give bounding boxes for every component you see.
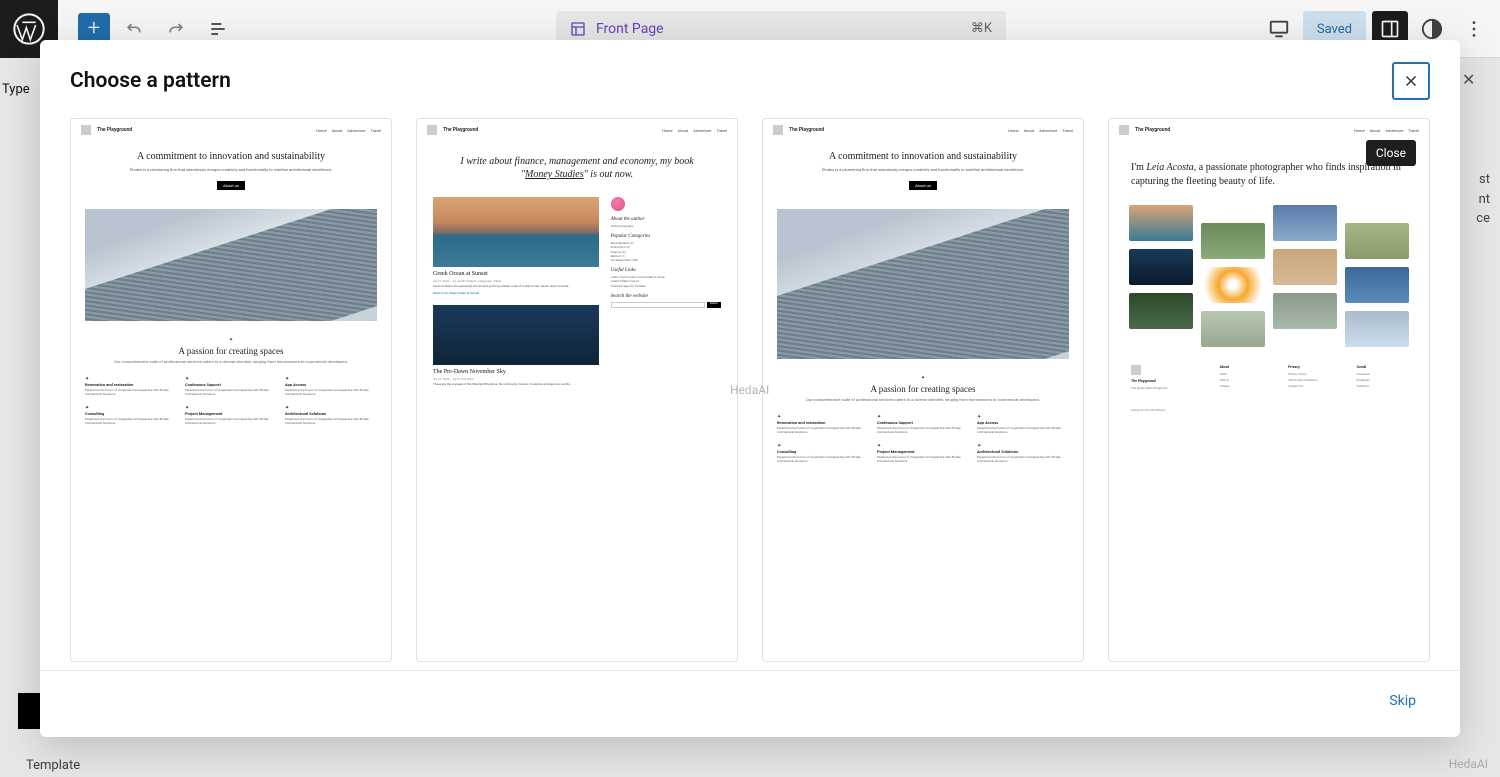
pattern-option-4[interactable]: The Playground HomeAboutAdventureTravel … xyxy=(1108,118,1430,662)
pattern-option-2[interactable]: The Playground HomeAboutAdventureTravel … xyxy=(416,118,738,662)
modal-title: Choose a pattern xyxy=(70,69,231,93)
gallery xyxy=(1109,199,1429,353)
close-button[interactable] xyxy=(1392,62,1430,100)
pattern-modal: Choose a pattern Close The Playground Ho… xyxy=(40,40,1460,737)
skip-button[interactable]: Skip xyxy=(1375,685,1430,717)
site-logo-icon xyxy=(427,125,437,135)
hero-image xyxy=(85,209,377,321)
pattern-option-3[interactable]: The Playground HomeAboutAdventureTravel … xyxy=(762,118,1084,662)
pattern-option-1[interactable]: The Playground HomeAboutAdventureTravel … xyxy=(70,118,392,662)
close-tooltip: Close xyxy=(1366,140,1416,166)
post-image xyxy=(433,197,599,267)
site-logo-icon xyxy=(773,125,783,135)
post-image xyxy=(433,305,599,365)
hero-image xyxy=(777,209,1069,359)
site-logo-icon xyxy=(1119,125,1129,135)
site-logo-icon xyxy=(81,125,91,135)
avatar-icon xyxy=(611,197,625,211)
